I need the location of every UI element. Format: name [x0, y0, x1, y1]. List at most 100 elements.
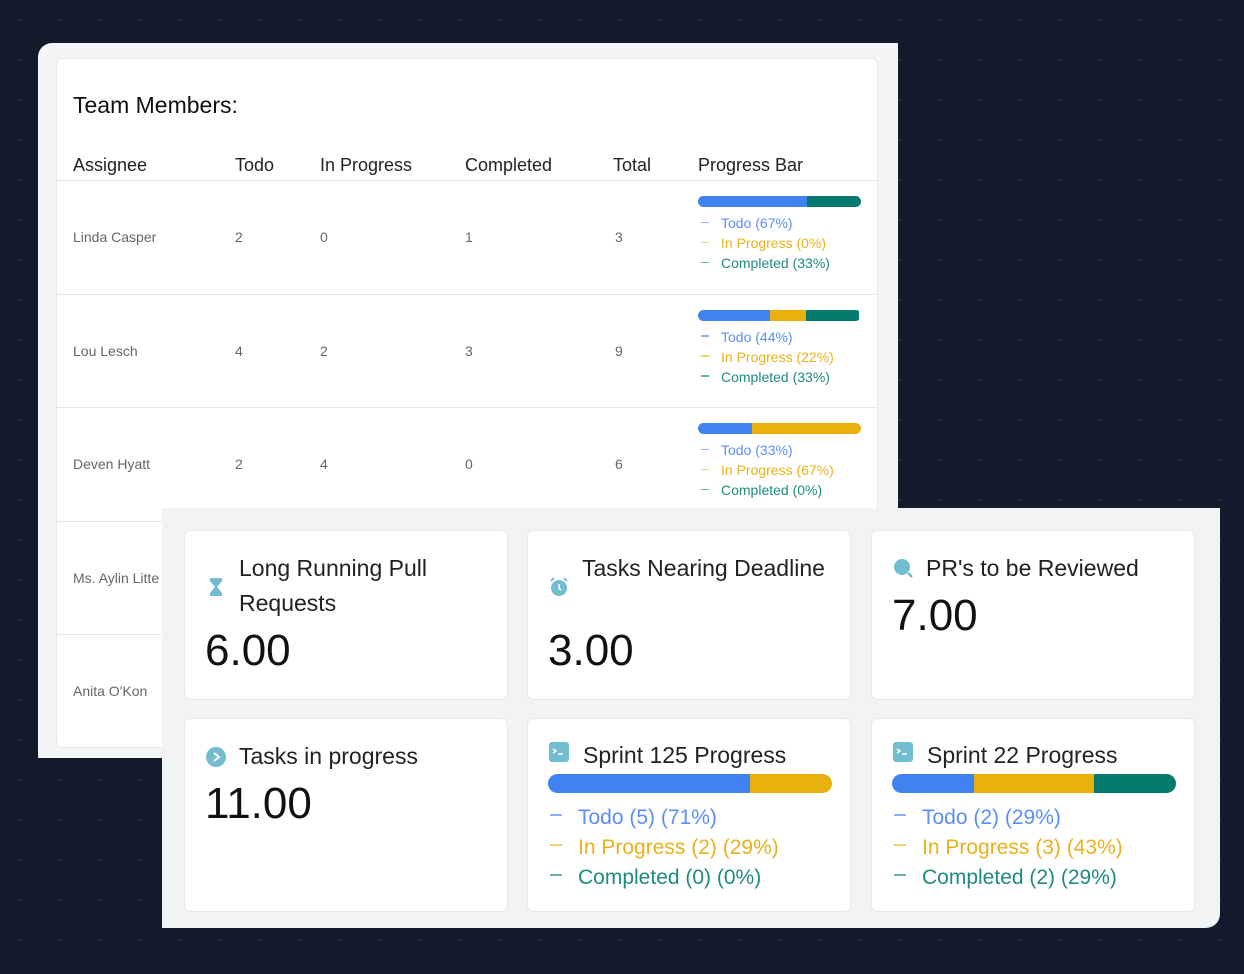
dash-icon	[701, 468, 709, 471]
total-count: 6	[615, 456, 623, 472]
legend-label: In Progress (2) (29%)	[578, 836, 779, 859]
progress-segment-todo	[698, 423, 752, 434]
progress-segment-todo	[698, 309, 770, 321]
legend-label: In Progress (22%)	[721, 348, 834, 365]
total-count: 3	[615, 229, 623, 245]
legend-item-ip: In Progress (67%)	[698, 460, 861, 480]
metric-title: Long Running Pull Requests	[239, 555, 427, 616]
progress-legend: Todo (2) (29%) In Progress (3) (43%) Compl…	[894, 803, 1123, 893]
legend-label: Todo (44%)	[721, 328, 793, 345]
legend-label: Todo (67%)	[721, 215, 793, 231]
completed-count: 3	[465, 342, 473, 359]
legend-item-ip: In Progress (3) (43%)	[894, 833, 1123, 863]
progress-segment-todo	[892, 774, 974, 793]
table-row[interactable]: Lou Lesch 4 2 3 9 Todo (44%) In Progress (…	[57, 293, 877, 407]
sprint-title: Sprint 22 Progress	[927, 742, 1118, 768]
legend-label: Completed (0) (0%)	[578, 866, 762, 889]
magnify-icon	[892, 557, 914, 579]
metric-value: 6.00	[205, 626, 291, 675]
assignee-name: Lou Lesch	[73, 342, 138, 359]
metrics-panel: Long Running Pull Requests 6.00 Tasks Ne…	[162, 508, 1220, 928]
dash-icon	[701, 488, 709, 491]
assignee-name: Linda Casper	[73, 229, 157, 245]
legend-item-ip: In Progress (0%)	[698, 233, 861, 253]
legend-item-done: Completed (33%)	[698, 253, 861, 273]
legend-item-todo: Todo (33%)	[698, 440, 861, 460]
progress-segment-todo	[698, 196, 808, 207]
progress-segment-done	[805, 309, 860, 321]
row-progress: Todo (67%) In Progress (0%) Completed (33%…	[698, 196, 861, 273]
metric-card-prs-to-review: PR's to be Reviewed 7.00	[871, 530, 1195, 700]
progress-legend: Todo (5) (71%) In Progress (2) (29%) Compl…	[550, 803, 779, 893]
header-total: Total	[613, 155, 652, 175]
legend-item-todo: Todo (5) (71%)	[550, 803, 779, 833]
dash-icon	[894, 844, 906, 847]
legend-item-done: Completed (0%)	[698, 480, 861, 500]
in-progress-count: 4	[320, 456, 328, 472]
legend-item-ip: In Progress (22%)	[698, 347, 861, 367]
legend-label: Completed (2) (29%)	[922, 866, 1117, 889]
dash-icon	[550, 874, 562, 877]
metric-card-tasks-nearing-deadline: Tasks Nearing Deadline 3.00	[527, 530, 851, 700]
progress-bar	[698, 196, 861, 207]
legend-label: Todo (5) (71%)	[578, 806, 717, 829]
legend-item-todo: Todo (67%)	[698, 213, 861, 233]
completed-count: 1	[465, 229, 473, 245]
progress-legend: Todo (33%) In Progress (67%) Completed (0%…	[698, 440, 861, 500]
legend-label: In Progress (0%)	[721, 235, 827, 251]
legend-item-done: Completed (2) (29%)	[894, 863, 1123, 893]
legend-item-done: Completed (33%)	[698, 367, 861, 387]
dash-icon	[701, 448, 709, 451]
in-progress-count: 2	[320, 342, 328, 359]
header-completed: Completed	[465, 155, 553, 175]
dash-icon	[701, 375, 709, 377]
table-row[interactable]: Deven Hyatt 2 4 0 6 Todo (33%) In Progress…	[57, 407, 877, 520]
progress-segment-done	[807, 196, 861, 207]
progress-bar	[698, 423, 861, 434]
progress-bar	[892, 774, 1176, 793]
legend-item-todo: Todo (2) (29%)	[894, 803, 1123, 833]
header-in-progress: In Progress	[320, 155, 413, 175]
progress-segment-ip	[769, 309, 806, 321]
progress-bar	[548, 774, 832, 793]
dash-icon	[550, 814, 562, 817]
in-progress-count: 0	[320, 229, 328, 245]
progress-segment-ip	[973, 774, 1095, 793]
assignee-name: Anita O'Kon	[73, 683, 148, 699]
dash-icon	[701, 335, 709, 337]
todo-count: 2	[235, 456, 243, 472]
legend-item-done: Completed (0) (0%)	[550, 863, 779, 893]
play-circle-icon	[205, 746, 227, 768]
dash-icon	[701, 241, 709, 244]
dash-icon	[701, 261, 709, 264]
metric-value: 3.00	[548, 626, 634, 675]
legend-item-todo: Todo (44%)	[698, 327, 861, 347]
completed-count: 0	[465, 456, 473, 472]
metric-value: 11.00	[205, 779, 312, 828]
dash-icon	[550, 844, 562, 847]
metric-card-long-running-prs: Long Running Pull Requests 6.00	[184, 530, 508, 700]
legend-label: In Progress (67%)	[721, 462, 834, 478]
dash-icon	[701, 355, 709, 357]
header-todo: Todo	[235, 155, 275, 175]
header-progress-bar: Progress Bar	[698, 155, 804, 175]
metric-card-tasks-in-progress: Tasks in progress 11.00	[184, 718, 508, 912]
total-count: 9	[615, 342, 623, 359]
assignee-name: Ms. Aylin Litte	[73, 569, 160, 586]
todo-count: 4	[235, 342, 243, 359]
table-title: Team Members:	[73, 92, 238, 118]
dash-icon	[894, 874, 906, 877]
sprint-progress-card: Sprint 22 Progress Todo (2) (29%) In Prog…	[871, 718, 1195, 912]
metric-title: Tasks Nearing Deadline	[582, 555, 825, 581]
row-progress: Todo (33%) In Progress (67%) Completed (0%…	[698, 423, 861, 500]
progress-segment-ip	[751, 423, 861, 434]
row-progress: Todo (44%) In Progress (22%) Completed (33…	[698, 309, 861, 387]
hourglass-icon	[205, 576, 227, 598]
metric-value: 7.00	[892, 591, 978, 640]
progress-segment-done	[1094, 774, 1176, 793]
legend-label: Todo (33%)	[721, 442, 793, 458]
metric-title: PR's to be Reviewed	[926, 555, 1139, 581]
alarm-clock-icon	[548, 576, 570, 598]
header-assignee: Assignee	[73, 155, 148, 175]
table-row[interactable]: Linda Casper 2 0 1 3 Todo (67%) In Progres…	[57, 180, 877, 293]
